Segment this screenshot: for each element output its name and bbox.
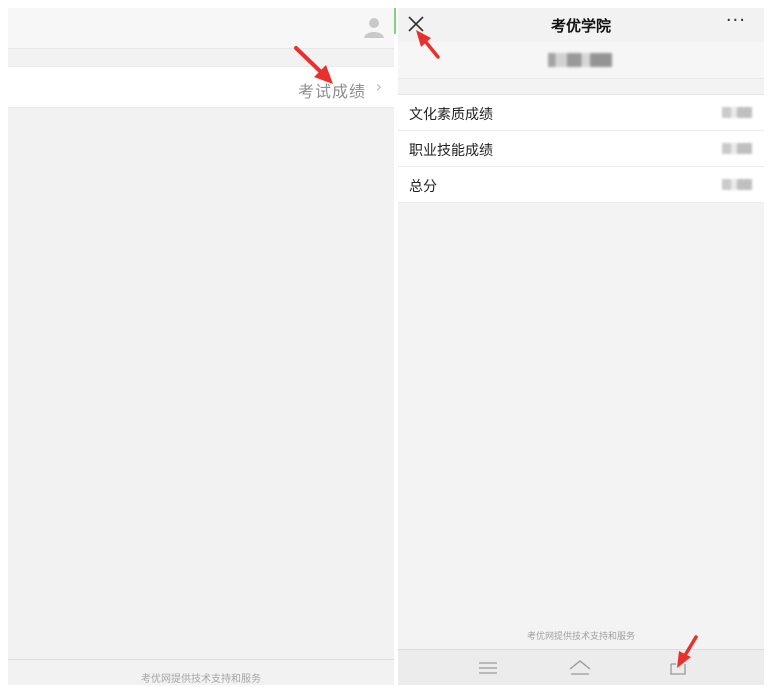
arrow-to-close-icon [416, 30, 440, 59]
annotation-arrows [294, 30, 698, 668]
arrow-to-exam-score [294, 46, 333, 84]
arrow-to-share-icon [677, 635, 698, 668]
